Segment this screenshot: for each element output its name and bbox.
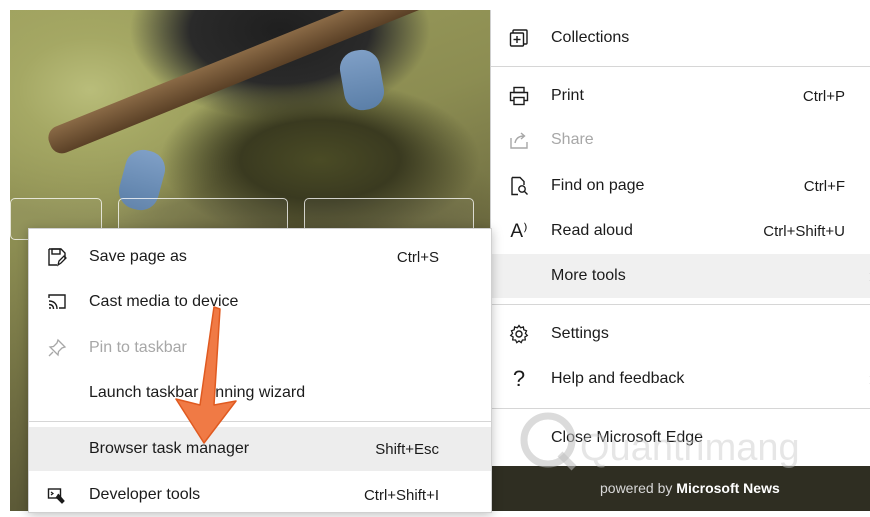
submenu-item-shortcut: Ctrl+Shift+I bbox=[363, 486, 439, 504]
menu-item-share[interactable]: Share bbox=[491, 118, 870, 162]
menu-item-label: Read aloud bbox=[551, 222, 633, 239]
submenu-item-shortcut: Ctrl+S bbox=[396, 248, 439, 266]
submenu-item-pin-to-taskbar[interactable]: Pin to taskbar bbox=[29, 326, 491, 370]
menu-item-shortcut: Ctrl+P bbox=[802, 87, 845, 105]
gear-icon bbox=[507, 322, 531, 346]
more-tools-submenu: Save page as Ctrl+S Cast media to device… bbox=[28, 228, 492, 513]
menu-item-shortcut: Ctrl+Shift+U bbox=[763, 222, 845, 240]
menu-divider bbox=[491, 66, 870, 67]
powered-by-text[interactable]: powered by Microsoft News bbox=[600, 480, 780, 496]
menu-item-collections[interactable]: Collections bbox=[491, 16, 870, 60]
submenu-item-label: Developer tools bbox=[89, 486, 201, 503]
submenu-item-cast-media-to-device[interactable]: Cast media to device bbox=[29, 280, 491, 324]
menu-item-label: Share bbox=[551, 131, 594, 148]
menu-item-help-and-feedback[interactable]: ? Help and feedback › bbox=[491, 357, 870, 401]
menu-item-find-on-page[interactable]: Find on page Ctrl+F bbox=[491, 164, 870, 208]
pin-icon bbox=[45, 336, 69, 360]
annotation-arrow bbox=[175, 306, 237, 444]
menu-item-label: Settings bbox=[551, 325, 609, 342]
submenu-item-developer-tools[interactable]: Developer tools Ctrl+Shift+I bbox=[29, 473, 491, 517]
menu-item-label: Find on page bbox=[551, 177, 645, 194]
menu-item-print[interactable]: Print Ctrl+P bbox=[491, 74, 870, 118]
save-page-icon bbox=[45, 245, 69, 269]
submenu-item-launch-taskbar-pinning-wizard[interactable]: Launch taskbar pinning wizard bbox=[29, 371, 491, 415]
share-icon bbox=[507, 128, 531, 152]
menu-item-settings[interactable]: Settings bbox=[491, 312, 870, 356]
read-aloud-icon: A⁾ bbox=[510, 220, 528, 242]
menu-item-label: Help and feedback bbox=[551, 370, 685, 387]
menu-item-read-aloud[interactable]: A⁾ Read aloud Ctrl+Shift+U bbox=[491, 209, 870, 253]
menu-item-more-tools[interactable]: More tools › bbox=[491, 254, 870, 298]
developer-tools-icon bbox=[45, 483, 69, 507]
menu-item-label: Collections bbox=[551, 29, 630, 46]
menu-item-label: More tools bbox=[551, 267, 626, 284]
print-icon bbox=[507, 84, 531, 108]
collections-icon bbox=[507, 26, 531, 50]
menu-divider bbox=[491, 304, 870, 305]
help-icon: ? bbox=[512, 366, 526, 391]
edge-settings-menu: Collections Print Ctrl+P Share Find on p… bbox=[490, 10, 870, 466]
submenu-item-label: Save page as bbox=[89, 248, 187, 265]
menu-item-label: Print bbox=[551, 87, 584, 104]
submenu-item-shortcut: Shift+Esc bbox=[375, 440, 439, 458]
submenu-item-browser-task-manager[interactable]: Browser task manager Shift+Esc bbox=[29, 427, 491, 471]
menu-item-shortcut: Ctrl+F bbox=[803, 177, 845, 195]
svg-text:Quantrimang: Quantrimang bbox=[580, 427, 800, 469]
find-on-page-icon bbox=[507, 174, 531, 198]
submenu-divider bbox=[29, 421, 491, 422]
submenu-item-save-page-as[interactable]: Save page as Ctrl+S bbox=[29, 235, 491, 279]
cast-icon bbox=[45, 290, 69, 314]
watermark-logo: Quantrimang bbox=[520, 412, 800, 471]
